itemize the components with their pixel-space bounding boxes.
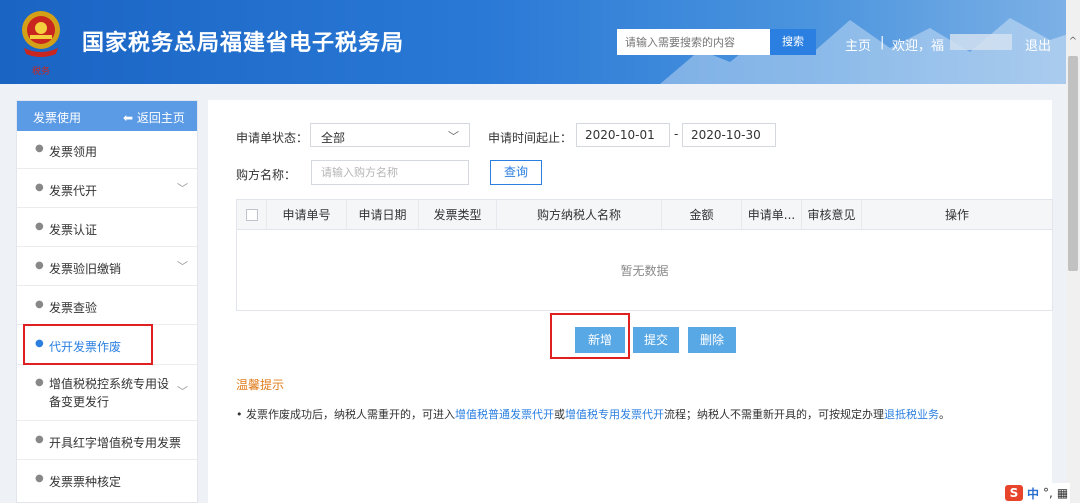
query-button[interactable]: 查询: [490, 160, 542, 185]
sidebar-title: 发票使用: [33, 111, 82, 125]
buyer-name-label: 购方名称：: [236, 168, 297, 182]
scroll-up-arrow-icon[interactable]: ^: [1066, 36, 1080, 52]
back-arrow-icon: ⬅: [123, 111, 137, 125]
tips-bullet: •: [236, 408, 243, 421]
bullet-icon: ●: [35, 377, 44, 388]
nav-home-link[interactable]: 主页: [845, 35, 871, 54]
link-tax-refund[interactable]: 退抵税业务: [884, 408, 939, 421]
date-from-input[interactable]: 2020-10-01: [576, 123, 670, 147]
submit-button[interactable]: 提交: [633, 327, 679, 353]
chevron-down-icon: ﹀: [177, 182, 188, 195]
sidebar-item-invoice-verify[interactable]: ● 发票查验: [17, 286, 197, 325]
keyboard-icon[interactable]: ▦: [1057, 486, 1068, 500]
search-button[interactable]: 搜索: [770, 29, 816, 55]
back-home-link[interactable]: ⬅ 返回主页: [123, 109, 185, 126]
nav-separator: |: [880, 35, 885, 50]
site-title: 国家税务总局福建省电子税务局: [82, 31, 405, 56]
link-special-invoice-issue[interactable]: 增值税专用发票代开: [565, 408, 664, 421]
bullet-icon: ●: [35, 143, 44, 154]
col-operation: 操作: [944, 208, 969, 222]
application-table: 申请单号 申请日期 发票类型 购方纳税人名称 金额 申请单... 审核意见 操作…: [236, 199, 1053, 311]
bullet-icon: ●: [35, 434, 44, 445]
search-input[interactable]: [617, 29, 770, 55]
delete-button[interactable]: 删除: [688, 327, 736, 353]
sidebar-item-device-change[interactable]: ● 增值税税控系统专用设备变更发行 ﹀: [17, 365, 197, 421]
ime-punctuation-icon[interactable]: °,: [1043, 486, 1053, 500]
select-all-checkbox[interactable]: [246, 209, 258, 221]
bullet-icon: ●: [35, 473, 44, 484]
sidebar-header: 发票使用 ⬅ 返回主页: [17, 101, 197, 131]
buyer-name-input[interactable]: 请输入购方名称: [311, 160, 469, 185]
bullet-icon: ●: [35, 182, 44, 193]
ime-toolbar[interactable]: S 中 °, ▦: [1003, 483, 1071, 503]
sidebar: 发票使用 ⬅ 返回主页 ● 发票领用 ● 发票代开 ﹀ ● 发票认证 ● 发票验…: [16, 100, 198, 503]
user-name-mask: [950, 34, 1012, 50]
chevron-down-icon: ﹀: [448, 130, 459, 143]
status-label: 申请单状态：: [236, 131, 309, 145]
date-dash: -: [674, 127, 679, 141]
sogou-logo-icon: S: [1005, 485, 1023, 501]
col-application-status[interactable]: 申请单...: [742, 200, 802, 230]
bullet-icon: ●: [35, 221, 44, 232]
ime-mode[interactable]: 中: [1027, 485, 1039, 502]
sidebar-item-invoice-certify[interactable]: ● 发票认证: [17, 208, 197, 247]
col-amount[interactable]: 金额: [662, 200, 742, 230]
sidebar-item-invoice-receive[interactable]: ● 发票领用: [17, 131, 197, 169]
tax-emblem-icon: 税务: [22, 11, 60, 77]
scroll-thumb[interactable]: [1068, 56, 1078, 271]
svg-text:税务: 税务: [32, 65, 50, 77]
tips-text: • 发票作废成功后，纳税人需重开的，可进入增值税普通发票代开或增值税专用发票代开…: [236, 408, 950, 421]
highlight-box-sidebar: [23, 324, 153, 365]
tips-title: 温馨提示: [236, 378, 285, 392]
col-application-date[interactable]: 申请日期: [347, 200, 419, 230]
col-review-comment[interactable]: 审核意见: [802, 200, 862, 230]
date-to-input[interactable]: 2020-10-30: [682, 123, 776, 147]
logout-link[interactable]: 退出: [1025, 35, 1051, 54]
empty-state-text: 暂无数据: [620, 264, 669, 278]
bullet-icon: ●: [35, 260, 44, 271]
date-range-label: 申请时间起止：: [488, 131, 573, 145]
chevron-down-icon: ﹀: [177, 385, 188, 398]
select-all-cell: [237, 200, 267, 230]
link-ordinary-invoice-issue[interactable]: 增值税普通发票代开: [455, 408, 554, 421]
sidebar-item-invoice-cancel[interactable]: ● 发票验旧缴销 ﹀: [17, 247, 197, 286]
col-invoice-type[interactable]: 发票类型: [419, 200, 497, 230]
table-header: 申请单号 申请日期 发票类型 购方纳税人名称 金额 申请单... 审核意见 操作: [237, 200, 1052, 230]
bullet-icon: ●: [35, 299, 44, 310]
sidebar-item-invoice-issue[interactable]: ● 发票代开 ﹀: [17, 169, 197, 208]
sidebar-item-invoice-type-approval[interactable]: ● 发票票种核定: [17, 460, 197, 499]
col-application-no[interactable]: 申请单号: [267, 200, 347, 230]
col-buyer-name[interactable]: 购方纳税人名称: [497, 200, 662, 230]
highlight-box-add: [550, 313, 630, 359]
status-select[interactable]: 全部 ﹀: [310, 123, 470, 147]
sidebar-item-red-invoice[interactable]: ● 开具红字增值税专用发票: [17, 421, 197, 460]
chevron-down-icon: ﹀: [177, 260, 188, 273]
status-select-value: 全部: [321, 131, 346, 145]
welcome-text: 欢迎，福: [892, 39, 945, 54]
